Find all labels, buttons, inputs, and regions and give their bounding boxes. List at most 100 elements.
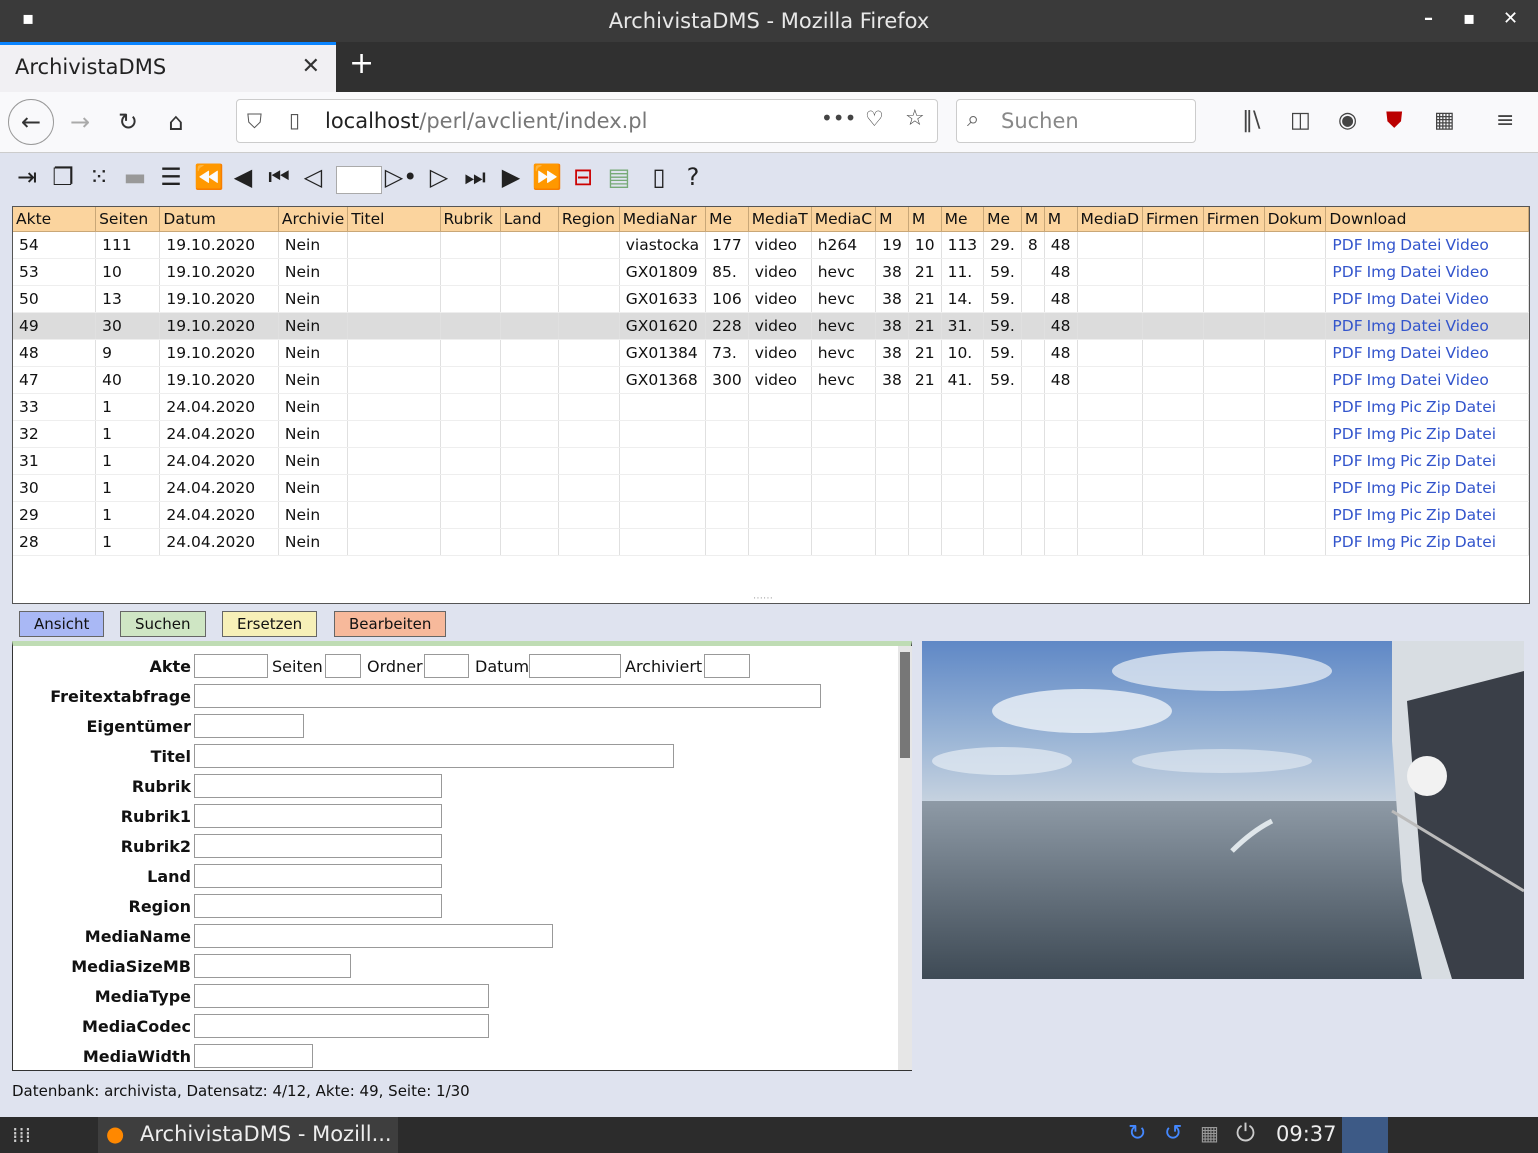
table-row[interactable]: 47 40 19.10.2020 Nein GX01368 300 video hevc 38 2… bbox=[13, 366, 1529, 394]
column-header[interactable]: Akte bbox=[13, 207, 97, 232]
download-link-datei[interactable]: Datei bbox=[1455, 425, 1496, 443]
column-header[interactable]: Firmen bbox=[1142, 207, 1204, 232]
last-page-icon[interactable]: ⏭ bbox=[458, 163, 492, 191]
bookmark-star-icon[interactable]: ☆ bbox=[905, 106, 925, 131]
goto-page-icon[interactable]: ▷• bbox=[384, 163, 418, 191]
column-header[interactable]: Titel bbox=[347, 207, 441, 232]
table-row[interactable]: 50 13 19.10.2020 Nein GX01633 106 video hevc 38 2… bbox=[13, 285, 1529, 313]
logout-icon[interactable]: ⇥ bbox=[10, 163, 44, 191]
column-header[interactable]: Me bbox=[941, 207, 985, 232]
download-link-img[interactable]: Img bbox=[1367, 344, 1397, 362]
download-link-video[interactable]: Video bbox=[1445, 344, 1488, 362]
download-link-datei[interactable]: Datei bbox=[1400, 290, 1441, 308]
download-link-img[interactable]: Img bbox=[1367, 533, 1397, 551]
tab-bearbeiten[interactable]: Bearbeiten bbox=[334, 611, 447, 637]
sync-icon[interactable]: ↺ bbox=[1164, 1121, 1182, 1146]
download-link-zip[interactable]: Zip bbox=[1426, 425, 1451, 443]
download-link-pic[interactable]: Pic bbox=[1400, 479, 1422, 497]
table-row[interactable]: 33 1 24.04.2020 Nein PDF Img Pic Zip Datei bbox=[13, 393, 1529, 421]
archiviert-field[interactable] bbox=[704, 654, 750, 678]
datum-field[interactable] bbox=[529, 654, 621, 678]
download-link-pdf[interactable]: PDF bbox=[1332, 290, 1362, 308]
download-link-datei[interactable]: Datei bbox=[1455, 533, 1496, 551]
apps-menu-icon[interactable]: ⁞⁞⁞ bbox=[12, 1123, 31, 1147]
mobile-icon[interactable]: ▯ bbox=[642, 163, 676, 191]
fast-rewind-icon[interactable]: ⏪ bbox=[192, 163, 226, 191]
table-row[interactable]: 53 10 19.10.2020 Nein GX01809 85. video hevc 38 2… bbox=[13, 258, 1529, 286]
rubrik-field[interactable] bbox=[194, 774, 442, 798]
download-link-datei[interactable]: Datei bbox=[1455, 479, 1496, 497]
download-link-img[interactable]: Img bbox=[1367, 479, 1397, 497]
column-header[interactable]: MediaT bbox=[748, 207, 812, 232]
tab-ersetzen[interactable]: Ersetzen bbox=[222, 611, 318, 637]
table-row[interactable]: 48 9 19.10.2020 Nein GX01384 73. video hevc 38 21… bbox=[13, 339, 1529, 367]
active-window-indicator[interactable] bbox=[1342, 1117, 1388, 1153]
rubrik2-field[interactable] bbox=[194, 834, 442, 858]
column-header[interactable]: Download bbox=[1325, 207, 1529, 232]
akte-field[interactable] bbox=[194, 654, 268, 678]
download-link-pic[interactable]: Pic bbox=[1400, 425, 1422, 443]
seiten-field[interactable] bbox=[325, 654, 361, 678]
ordner-field[interactable] bbox=[424, 654, 469, 678]
download-link-zip[interactable]: Zip bbox=[1426, 533, 1451, 551]
fast-forward-icon[interactable]: ⏩ bbox=[530, 163, 564, 191]
mediatype-field[interactable] bbox=[194, 984, 489, 1008]
column-header[interactable]: MediaC bbox=[811, 207, 877, 232]
pocket-icon[interactable]: ♡ bbox=[865, 107, 884, 131]
image-icon[interactable]: ▬ bbox=[118, 163, 152, 191]
download-link-zip[interactable]: Zip bbox=[1426, 479, 1451, 497]
download-link-img[interactable]: Img bbox=[1367, 398, 1397, 416]
previous-page-icon[interactable]: ◁ bbox=[296, 163, 330, 191]
column-header[interactable]: MediaNar bbox=[619, 207, 707, 232]
previous-record-icon[interactable]: ◀ bbox=[226, 163, 260, 191]
download-link-img[interactable]: Img bbox=[1367, 425, 1397, 443]
tab-ansicht[interactable]: Ansicht bbox=[19, 611, 105, 637]
rubrik1-field[interactable] bbox=[194, 804, 442, 828]
account-icon[interactable]: ◉ bbox=[1338, 108, 1357, 133]
page-number-input[interactable] bbox=[336, 166, 382, 194]
copy-icon[interactable]: ❐ bbox=[46, 163, 80, 191]
table-row[interactable]: 54 111 19.10.2020 Nein viastocka 177 video h264… bbox=[13, 231, 1529, 259]
download-link-zip[interactable]: Zip bbox=[1426, 506, 1451, 524]
reload-button[interactable]: ↻ bbox=[106, 100, 150, 144]
download-link-img[interactable]: Img bbox=[1367, 317, 1397, 335]
download-link-video[interactable]: Video bbox=[1445, 263, 1488, 281]
download-link-img[interactable]: Img bbox=[1367, 290, 1397, 308]
url-text[interactable]: localhost/perl/avclient/index.pl bbox=[325, 109, 647, 133]
form-scrollbar-thumb[interactable] bbox=[900, 652, 910, 758]
mediasizemb-field[interactable] bbox=[194, 954, 351, 978]
column-header[interactable]: M bbox=[1044, 207, 1078, 232]
titel-field[interactable] bbox=[194, 744, 674, 768]
list-edit-icon[interactable]: ☰ bbox=[154, 163, 188, 191]
download-link-img[interactable]: Img bbox=[1367, 452, 1397, 470]
download-link-pic[interactable]: Pic bbox=[1400, 398, 1422, 416]
land-field[interactable] bbox=[194, 864, 442, 888]
download-link-img[interactable]: Img bbox=[1367, 263, 1397, 281]
delete-icon[interactable]: ⊟ bbox=[566, 163, 600, 191]
column-header[interactable]: Dokum bbox=[1264, 207, 1327, 232]
download-link-pdf[interactable]: PDF bbox=[1332, 317, 1362, 335]
download-link-datei[interactable]: Datei bbox=[1400, 371, 1441, 389]
keyboard-icon[interactable]: ▦ bbox=[1200, 1121, 1219, 1145]
column-header[interactable]: Rubrik bbox=[440, 207, 501, 232]
help-icon[interactable]: ? bbox=[676, 163, 710, 191]
more-actions-icon[interactable]: ••• bbox=[821, 106, 856, 130]
column-header[interactable]: Datum bbox=[159, 207, 279, 232]
column-header[interactable]: M bbox=[1021, 207, 1045, 232]
search-input[interactable]: ⌕ Suchen bbox=[956, 99, 1196, 143]
forward-button[interactable]: → bbox=[58, 100, 102, 144]
maximize-icon[interactable]: ▪ bbox=[1463, 8, 1475, 29]
shield-icon[interactable]: ⛉ bbox=[247, 109, 262, 133]
table-row[interactable]: 32 1 24.04.2020 Nein PDF Img Pic Zip Datei bbox=[13, 420, 1529, 448]
ublock-icon[interactable]: ⛊ bbox=[1386, 108, 1403, 133]
download-link-img[interactable]: Img bbox=[1367, 506, 1397, 524]
download-link-pdf[interactable]: PDF bbox=[1332, 425, 1362, 443]
download-link-video[interactable]: Video bbox=[1445, 290, 1488, 308]
next-record-icon[interactable]: ▶ bbox=[494, 163, 528, 191]
download-link-pdf[interactable]: PDF bbox=[1332, 344, 1362, 362]
next-page-icon[interactable]: ▷ bbox=[422, 163, 456, 191]
region-field[interactable] bbox=[194, 894, 442, 918]
download-link-pdf[interactable]: PDF bbox=[1332, 371, 1362, 389]
download-link-datei[interactable]: Datei bbox=[1455, 398, 1496, 416]
download-link-pdf[interactable]: PDF bbox=[1332, 506, 1362, 524]
